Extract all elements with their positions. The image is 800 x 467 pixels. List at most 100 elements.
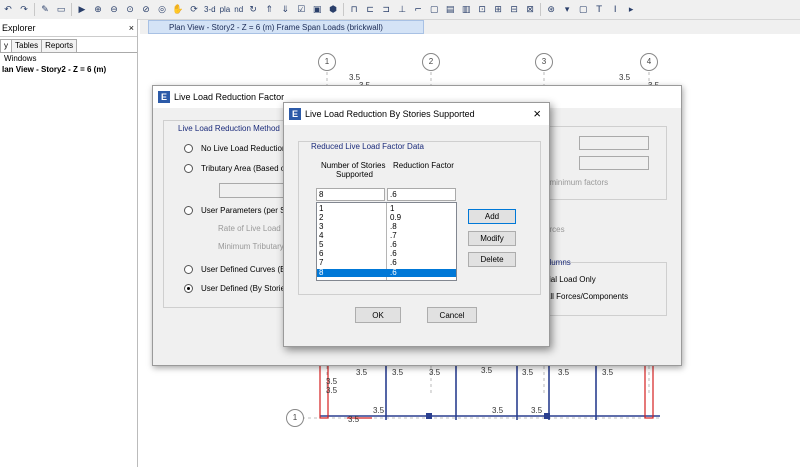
object-icon[interactable]: ⬢ <box>326 3 340 17</box>
dimension-label: 3.5 <box>619 73 631 82</box>
radio-user-curves[interactable] <box>184 265 193 274</box>
tab-reports[interactable]: Reports <box>41 39 78 52</box>
undo-icon[interactable]: ↶ <box>1 3 15 17</box>
tab-plan-view[interactable]: Plan View - Story2 - Z = 6 (m) Frame Spa… <box>148 20 424 34</box>
move-up-icon[interactable]: ⇑ <box>262 3 276 17</box>
row-factor: .8 <box>390 222 397 231</box>
shell-section-icon[interactable]: ▢ <box>576 3 590 17</box>
draw-beam-icon[interactable]: ⊏ <box>363 3 377 17</box>
radio-no-reduction[interactable] <box>184 144 193 153</box>
list-item[interactable]: 7 .6 <box>317 259 456 267</box>
redo-icon[interactable]: ↷ <box>17 3 31 17</box>
dimension-label: 3.5 <box>326 377 338 386</box>
row-stories: 5 <box>319 240 324 249</box>
dimension-label: 3.5 <box>429 368 441 377</box>
draw-area-icon[interactable]: ▢ <box>427 3 441 17</box>
parameter-field[interactable] <box>579 156 649 170</box>
draw-wall-icon[interactable]: ▥ <box>459 3 473 17</box>
dimension-label: 3.5 <box>326 386 338 395</box>
run-icon[interactable]: ▶ <box>75 3 89 17</box>
tree-item-windows[interactable]: Windows <box>0 53 137 64</box>
checkbox-icon[interactable]: ☑ <box>294 3 308 17</box>
explorer-title-bar: Explorer × <box>0 19 137 37</box>
dialog-title: Live Load Reduction By Stories Supported <box>305 109 475 119</box>
draw-brace-icon[interactable]: ⊥ <box>395 3 409 17</box>
display-options-icon[interactable]: ▣ <box>310 3 324 17</box>
draw-opening-icon[interactable]: ⊡ <box>475 3 489 17</box>
refresh-icon[interactable]: ⟳ <box>187 3 201 17</box>
draw-section-icon[interactable]: ⊠ <box>523 3 537 17</box>
add-button[interactable]: Add <box>468 209 516 224</box>
lock-icon[interactable]: ▭ <box>54 3 68 17</box>
ok-button[interactable]: OK <box>355 307 401 323</box>
list-item[interactable]: 4 .7 <box>317 232 456 240</box>
list-item[interactable]: 3 .8 <box>317 223 456 231</box>
list-item-selected[interactable]: 8 .6 <box>317 269 456 277</box>
list-item[interactable]: 2 0.9 <box>317 214 456 222</box>
grid-bubble-3: 3 <box>535 53 553 71</box>
rotate-icon[interactable]: ↻ <box>246 3 260 17</box>
list-item[interactable]: 5 .6 <box>317 241 456 249</box>
list-item[interactable]: 6 .6 <box>317 250 456 258</box>
dialog-title: Live Load Reduction Factor <box>174 92 285 102</box>
grid-bubble-2: 2 <box>422 53 440 71</box>
tree-item-plan-view[interactable]: lan View - Story2 - Z = 6 (m) <box>0 64 137 75</box>
beam-section-icon[interactable]: T <box>592 3 606 17</box>
dimension-label: 3.5 <box>522 368 534 377</box>
view-3d-button[interactable]: 3-d <box>202 5 218 14</box>
assign-icon[interactable]: ⊛ <box>544 3 558 17</box>
select-icon[interactable]: ⊓ <box>347 3 361 17</box>
dimension-label: 3.5 <box>602 368 614 377</box>
draw-column-icon[interactable]: ⊐ <box>379 3 393 17</box>
joint-marker <box>544 413 550 419</box>
option-label[interactable]: All Forces/Components <box>545 292 628 301</box>
zoom-full-icon[interactable]: ◎ <box>155 3 169 17</box>
stories-supported-dialog: E Live Load Reduction By Stories Support… <box>283 102 550 347</box>
more-tools-icon[interactable]: ▸ <box>624 3 638 17</box>
draw-link-icon[interactable]: ⊟ <box>507 3 521 17</box>
delete-button[interactable]: Delete <box>468 252 516 267</box>
grid-bubble-4: 4 <box>640 53 658 71</box>
factor-input[interactable]: .6 <box>387 188 456 201</box>
plan-view-button[interactable]: pla <box>218 5 233 14</box>
tab-tables[interactable]: Tables <box>11 39 43 52</box>
option-label: Tributary Area (Based on <box>201 164 290 173</box>
elevation-view-button[interactable]: nd <box>232 5 245 14</box>
columns-group <box>543 262 667 316</box>
close-icon[interactable]: × <box>533 106 541 121</box>
pencil-icon[interactable]: ✎ <box>38 3 52 17</box>
tributary-area-select[interactable] <box>219 183 289 198</box>
dimension-label: 3.5 <box>373 406 385 415</box>
radio-user-parameters[interactable] <box>184 206 193 215</box>
row-factor: .6 <box>390 249 397 258</box>
grid-bubble-row-1: 1 <box>286 409 304 427</box>
draw-line-icon[interactable]: ⌐ <box>411 3 425 17</box>
zoom-window-icon[interactable]: ⊙ <box>123 3 137 17</box>
column-section-icon[interactable]: I <box>608 3 622 17</box>
factor-list[interactable]: 1 1 2 0.9 3 .8 4 .7 5 .6 6 .6 7 .6 8 .6 <box>316 202 457 281</box>
column-header-stories-2: Supported <box>336 170 373 179</box>
zoom-previous-icon[interactable]: ⊘ <box>139 3 153 17</box>
dimension-label: 3.5 <box>492 406 504 415</box>
option-label[interactable]: xial Load Only <box>545 275 596 284</box>
main-toolbar: ↶ ↷ ✎ ▭ ▶ ⊕ ⊖ ⊙ ⊘ ◎ ✋ ⟳ 3-d pla nd ↻ ⇑ ⇓… <box>0 0 800 20</box>
pan-icon[interactable]: ✋ <box>171 3 185 17</box>
radio-tributary-area[interactable] <box>184 164 193 173</box>
radio-user-stories[interactable] <box>184 284 193 293</box>
zoom-out-icon[interactable]: ⊖ <box>107 3 121 17</box>
etabs-logo-icon: E <box>289 108 301 120</box>
parameter-field[interactable] <box>579 136 649 150</box>
modify-button[interactable]: Modify <box>468 231 516 246</box>
option-label: User Defined (By Stories <box>201 284 290 293</box>
frame-section-icon[interactable]: ▾ <box>560 3 574 17</box>
draw-point-icon[interactable]: ⊞ <box>491 3 505 17</box>
list-item[interactable]: 1 1 <box>317 205 456 213</box>
draw-slab-icon[interactable]: ▤ <box>443 3 457 17</box>
close-icon[interactable]: × <box>129 23 134 33</box>
dimension-label: 3.5 <box>356 368 368 377</box>
stories-input[interactable]: 8 <box>316 188 385 201</box>
cancel-button[interactable]: Cancel <box>427 307 477 323</box>
zoom-in-icon[interactable]: ⊕ <box>91 3 105 17</box>
option-label: User Parameters (per Se <box>201 206 290 215</box>
move-down-icon[interactable]: ⇓ <box>278 3 292 17</box>
